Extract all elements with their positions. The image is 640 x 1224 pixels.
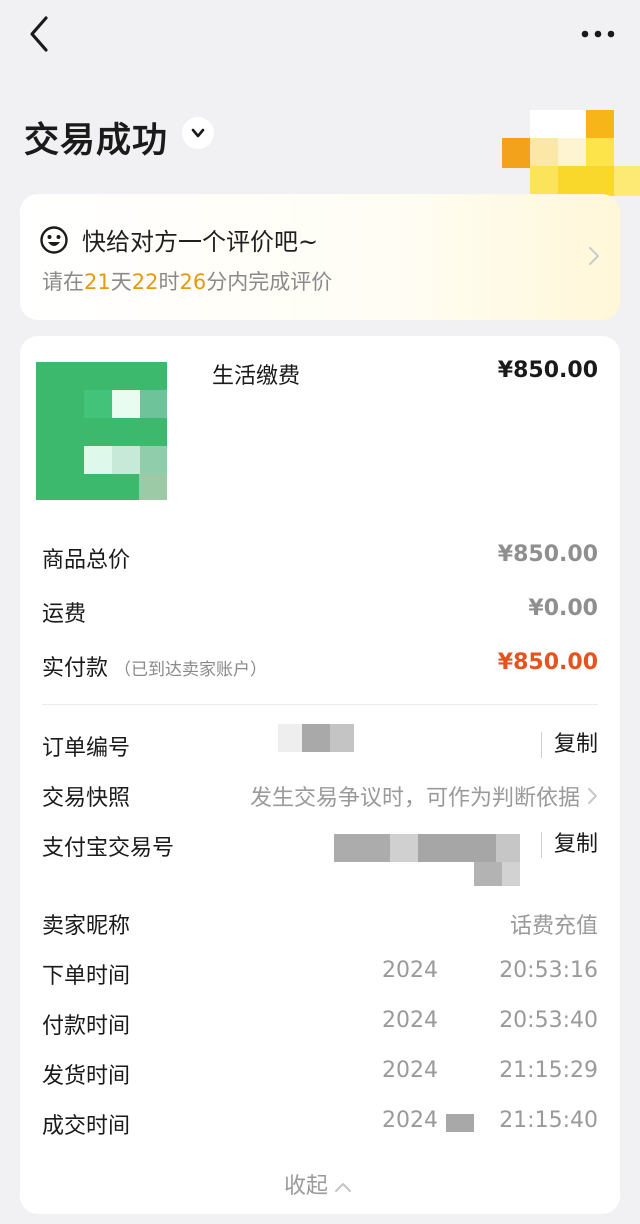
top-bar [0,0,640,70]
page-title: 交易成功 [24,121,169,161]
redacted-order-number [278,724,354,752]
review-prompt-card[interactable]: 快给对方一个评价吧~ 请在21天22时26分内完成评价 [20,194,620,320]
copy-order-number-button[interactable]: 复制 [540,732,598,758]
paid-label: 实付款 （已到达卖家账户） [42,656,268,681]
time-label: 下单时间 [42,964,131,989]
seller-label: 卖家昵称 [42,914,131,939]
redacted-alipay-trade-number-2 [474,862,520,886]
order-number-label: 订单编号 [42,736,131,761]
order-detail-card: 生活缴费 ¥850.00 商品总价 ¥850.00 运费 ¥0.00 实付款 （已… [20,336,620,1214]
review-deadline: 请在21天22时26分内完成评价 [42,270,333,294]
redacted-alipay-trade-number [334,834,520,862]
chevron-up-icon [335,1183,352,1192]
time-value: 21:15:29 [499,1058,598,1083]
product-price: ¥850.00 [497,358,598,383]
paid-amount-row: 实付款 （已到达卖家账户） ¥850.00 [42,650,598,684]
pay-time-row: 付款时间 2024 20:53:40 [42,1008,598,1044]
seller-row: 卖家昵称 话费充值 [42,908,598,944]
chevron-right-icon [588,788,597,804]
goods-total-label: 商品总价 [42,548,131,573]
snapshot-row[interactable]: 交易快照 发生交易争议时，可作为判断依据 [42,780,598,816]
alipay-trade-number-row: 支付宝交易号 复制 [42,830,598,886]
snapshot-label: 交易快照 [42,786,131,811]
time-date: 2024 [382,958,438,983]
goods-total-value: ¥850.00 [497,542,598,567]
review-minutes: 26 [179,270,207,294]
time-value: 20:53:40 [499,1008,598,1033]
status-illustration [492,82,640,198]
status-expand-button[interactable] [182,117,214,149]
time-value: 21:15:40 [499,1108,598,1133]
snapshot-hint: 发生交易争议时，可作为判断依据 [249,786,580,811]
paid-note: （已到达卖家账户） [114,660,268,680]
review-prompt-title: 快给对方一个评价吧~ [82,228,319,256]
order-number-row: 订单编号 复制 [42,724,598,766]
collapse-label: 收起 [284,1174,329,1199]
time-label: 付款时间 [42,1014,131,1039]
deal-time-row: 成交时间 2024 21:15:40 [42,1108,598,1144]
chevron-left-icon [30,16,48,52]
copy-alipay-number-button[interactable]: 复制 [540,832,598,858]
chevron-down-icon [191,128,205,138]
back-button[interactable] [24,14,64,54]
shipping-row: 运费 ¥0.00 [42,596,598,630]
product-thumbnail[interactable] [36,362,167,500]
smiley-face-icon [40,226,68,254]
time-date: 2024 [382,1058,438,1083]
time-label: 成交时间 [42,1114,131,1139]
ship-time-row: 发货时间 2024 21:15:29 [42,1058,598,1094]
time-value: 20:53:16 [499,958,598,983]
product-name[interactable]: 生活缴费 [212,358,300,390]
alipay-trade-number-label: 支付宝交易号 [42,836,175,861]
collapse-button[interactable]: 收起 [284,1168,352,1200]
shipping-label: 运费 [42,602,87,627]
shipping-value: ¥0.00 [528,596,598,621]
redacted-date [446,1114,474,1132]
more-horizontal-icon [581,30,615,38]
review-hours: 22 [131,270,159,294]
review-days: 21 [84,270,111,294]
chevron-right-icon [589,247,599,265]
goods-total-row: 商品总价 ¥850.00 [42,542,598,576]
time-date: 2024 [382,1008,438,1033]
time-label: 发货时间 [42,1064,131,1089]
more-button[interactable] [578,18,618,48]
time-date: 2024 [382,1108,438,1133]
seller-value[interactable]: 话费充值 [510,908,598,940]
order-time-row: 下单时间 2024 20:53:16 [42,958,598,994]
paid-value: ¥850.00 [497,650,598,675]
divider [42,704,598,705]
